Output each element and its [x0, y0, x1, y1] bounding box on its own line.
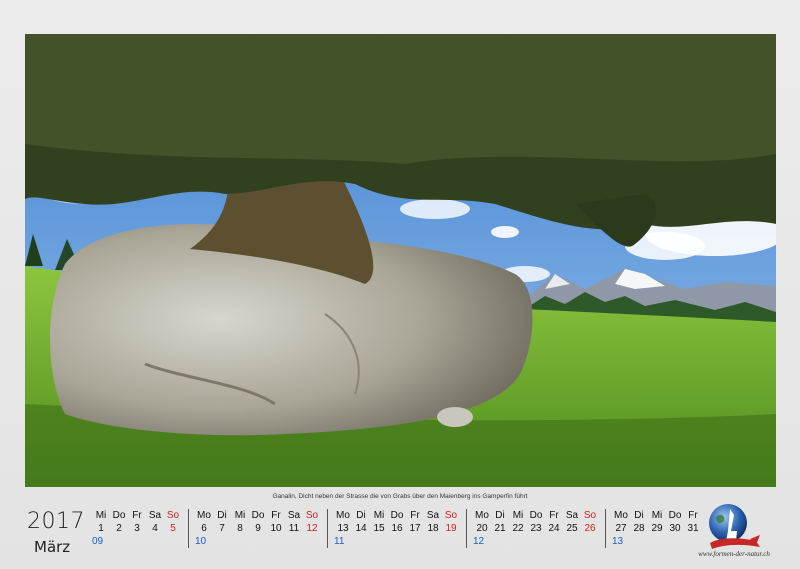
weekday: Sa	[565, 510, 579, 521]
weekday: Do	[112, 510, 126, 521]
date: 21	[494, 523, 506, 534]
calendar-week: Mo Di Mi Do Fr Sa So 13 14 15 16 17 18 1…	[334, 509, 467, 548]
date: 14	[355, 523, 367, 534]
weekday: Fr	[410, 510, 420, 521]
weekday: Mi	[651, 510, 663, 521]
weekday: Mo	[336, 510, 350, 521]
weekday: Do	[251, 510, 265, 521]
year-label: 2017	[27, 509, 85, 534]
date-row: 6 7 8 9 10 11 12	[195, 522, 321, 535]
week-number: 12	[473, 536, 485, 547]
weekday-header: Mi Do Fr Sa So	[92, 509, 182, 522]
weekday: Sa	[148, 510, 162, 521]
week-number: 11	[334, 536, 345, 547]
date: 16	[391, 523, 403, 534]
date: 2	[116, 523, 122, 534]
weekday: Di	[356, 510, 366, 521]
weekday-header: Mo Di Mi Do Fr	[612, 509, 702, 522]
date: 9	[255, 523, 261, 534]
date-sunday: 19	[445, 523, 457, 534]
weekday: Sa	[426, 510, 440, 521]
week-number: 13	[612, 536, 624, 547]
weekday: Fr	[549, 510, 559, 521]
date: 7	[219, 523, 225, 534]
date: 13	[337, 523, 349, 534]
date: 1	[98, 523, 104, 534]
weekday-sunday: So	[305, 510, 319, 521]
date-sunday: 5	[170, 523, 176, 534]
weekday-sunday: So	[583, 510, 597, 521]
weekday-header: Mo Di Mi Do Fr Sa So	[195, 509, 321, 522]
date: 24	[548, 523, 560, 534]
weekday: Mo	[475, 510, 489, 521]
date: 4	[152, 523, 158, 534]
date: 25	[566, 523, 578, 534]
date: 17	[409, 523, 421, 534]
weekday: Mo	[614, 510, 628, 521]
date: 15	[373, 523, 385, 534]
week-number: 09	[92, 536, 104, 547]
weekday: Di	[217, 510, 227, 521]
weekday-sunday: So	[166, 510, 180, 521]
month-label: März	[34, 538, 71, 556]
date: 8	[237, 523, 243, 534]
date: 28	[633, 523, 645, 534]
date-row: 1 2 3 4 5	[92, 522, 182, 535]
weekday: Do	[529, 510, 543, 521]
weekday: Mo	[197, 510, 211, 521]
weekday: Fr	[132, 510, 142, 521]
calendar-week: Mo Di Mi Do Fr Sa So 6 7 8 9 10 11 12 10	[195, 509, 328, 548]
date-row: 27 28 29 30 31	[612, 522, 702, 535]
weekday: Mi	[512, 510, 524, 521]
weekday: Di	[634, 510, 644, 521]
photo-illustration	[25, 34, 776, 487]
weekday-header: Mo Di Mi Do Fr Sa So	[334, 509, 460, 522]
date-sunday: 12	[306, 523, 318, 534]
landscape-photo	[25, 34, 776, 487]
date: 22	[512, 523, 524, 534]
date: 27	[615, 523, 627, 534]
date-sunday: 26	[584, 523, 596, 534]
date: 18	[427, 523, 439, 534]
weekday: Sa	[287, 510, 301, 521]
date-row: 13 14 15 16 17 18 19	[334, 522, 460, 535]
weekday: Di	[495, 510, 505, 521]
date: 23	[530, 523, 542, 534]
date: 10	[270, 523, 282, 534]
month-calendar: Mi Do Fr Sa So 1 2 3 4 5 09 Mo Di Mi Do	[92, 509, 714, 549]
weekday: Mi	[373, 510, 385, 521]
weekday-sunday: So	[444, 510, 458, 521]
date: 3	[134, 523, 140, 534]
photo-caption: Ganalin, Dicht neben der Strasse die von…	[272, 493, 528, 500]
weekday-header: Mo Di Mi Do Fr Sa So	[473, 509, 599, 522]
weekday: Do	[390, 510, 404, 521]
weekday: Fr	[271, 510, 281, 521]
date: 29	[651, 523, 663, 534]
date: 30	[669, 523, 681, 534]
date: 11	[288, 523, 300, 534]
weekday: Mi	[95, 510, 107, 521]
calendar-week: Mi Do Fr Sa So 1 2 3 4 5 09	[92, 509, 189, 548]
weekday: Do	[668, 510, 682, 521]
weekday: Mi	[234, 510, 246, 521]
calendar-week: Mo Di Mi Do Fr Sa So 20 21 22 23 24 25 2…	[473, 509, 606, 548]
week-number: 10	[195, 536, 207, 547]
date-row: 20 21 22 23 24 25 26	[473, 522, 599, 535]
date: 6	[201, 523, 207, 534]
date: 20	[476, 523, 488, 534]
calendar-page: Ganalin, Dicht neben der Strasse die von…	[0, 0, 800, 569]
logo-url: www.formen-der-natur.ch	[698, 550, 770, 558]
